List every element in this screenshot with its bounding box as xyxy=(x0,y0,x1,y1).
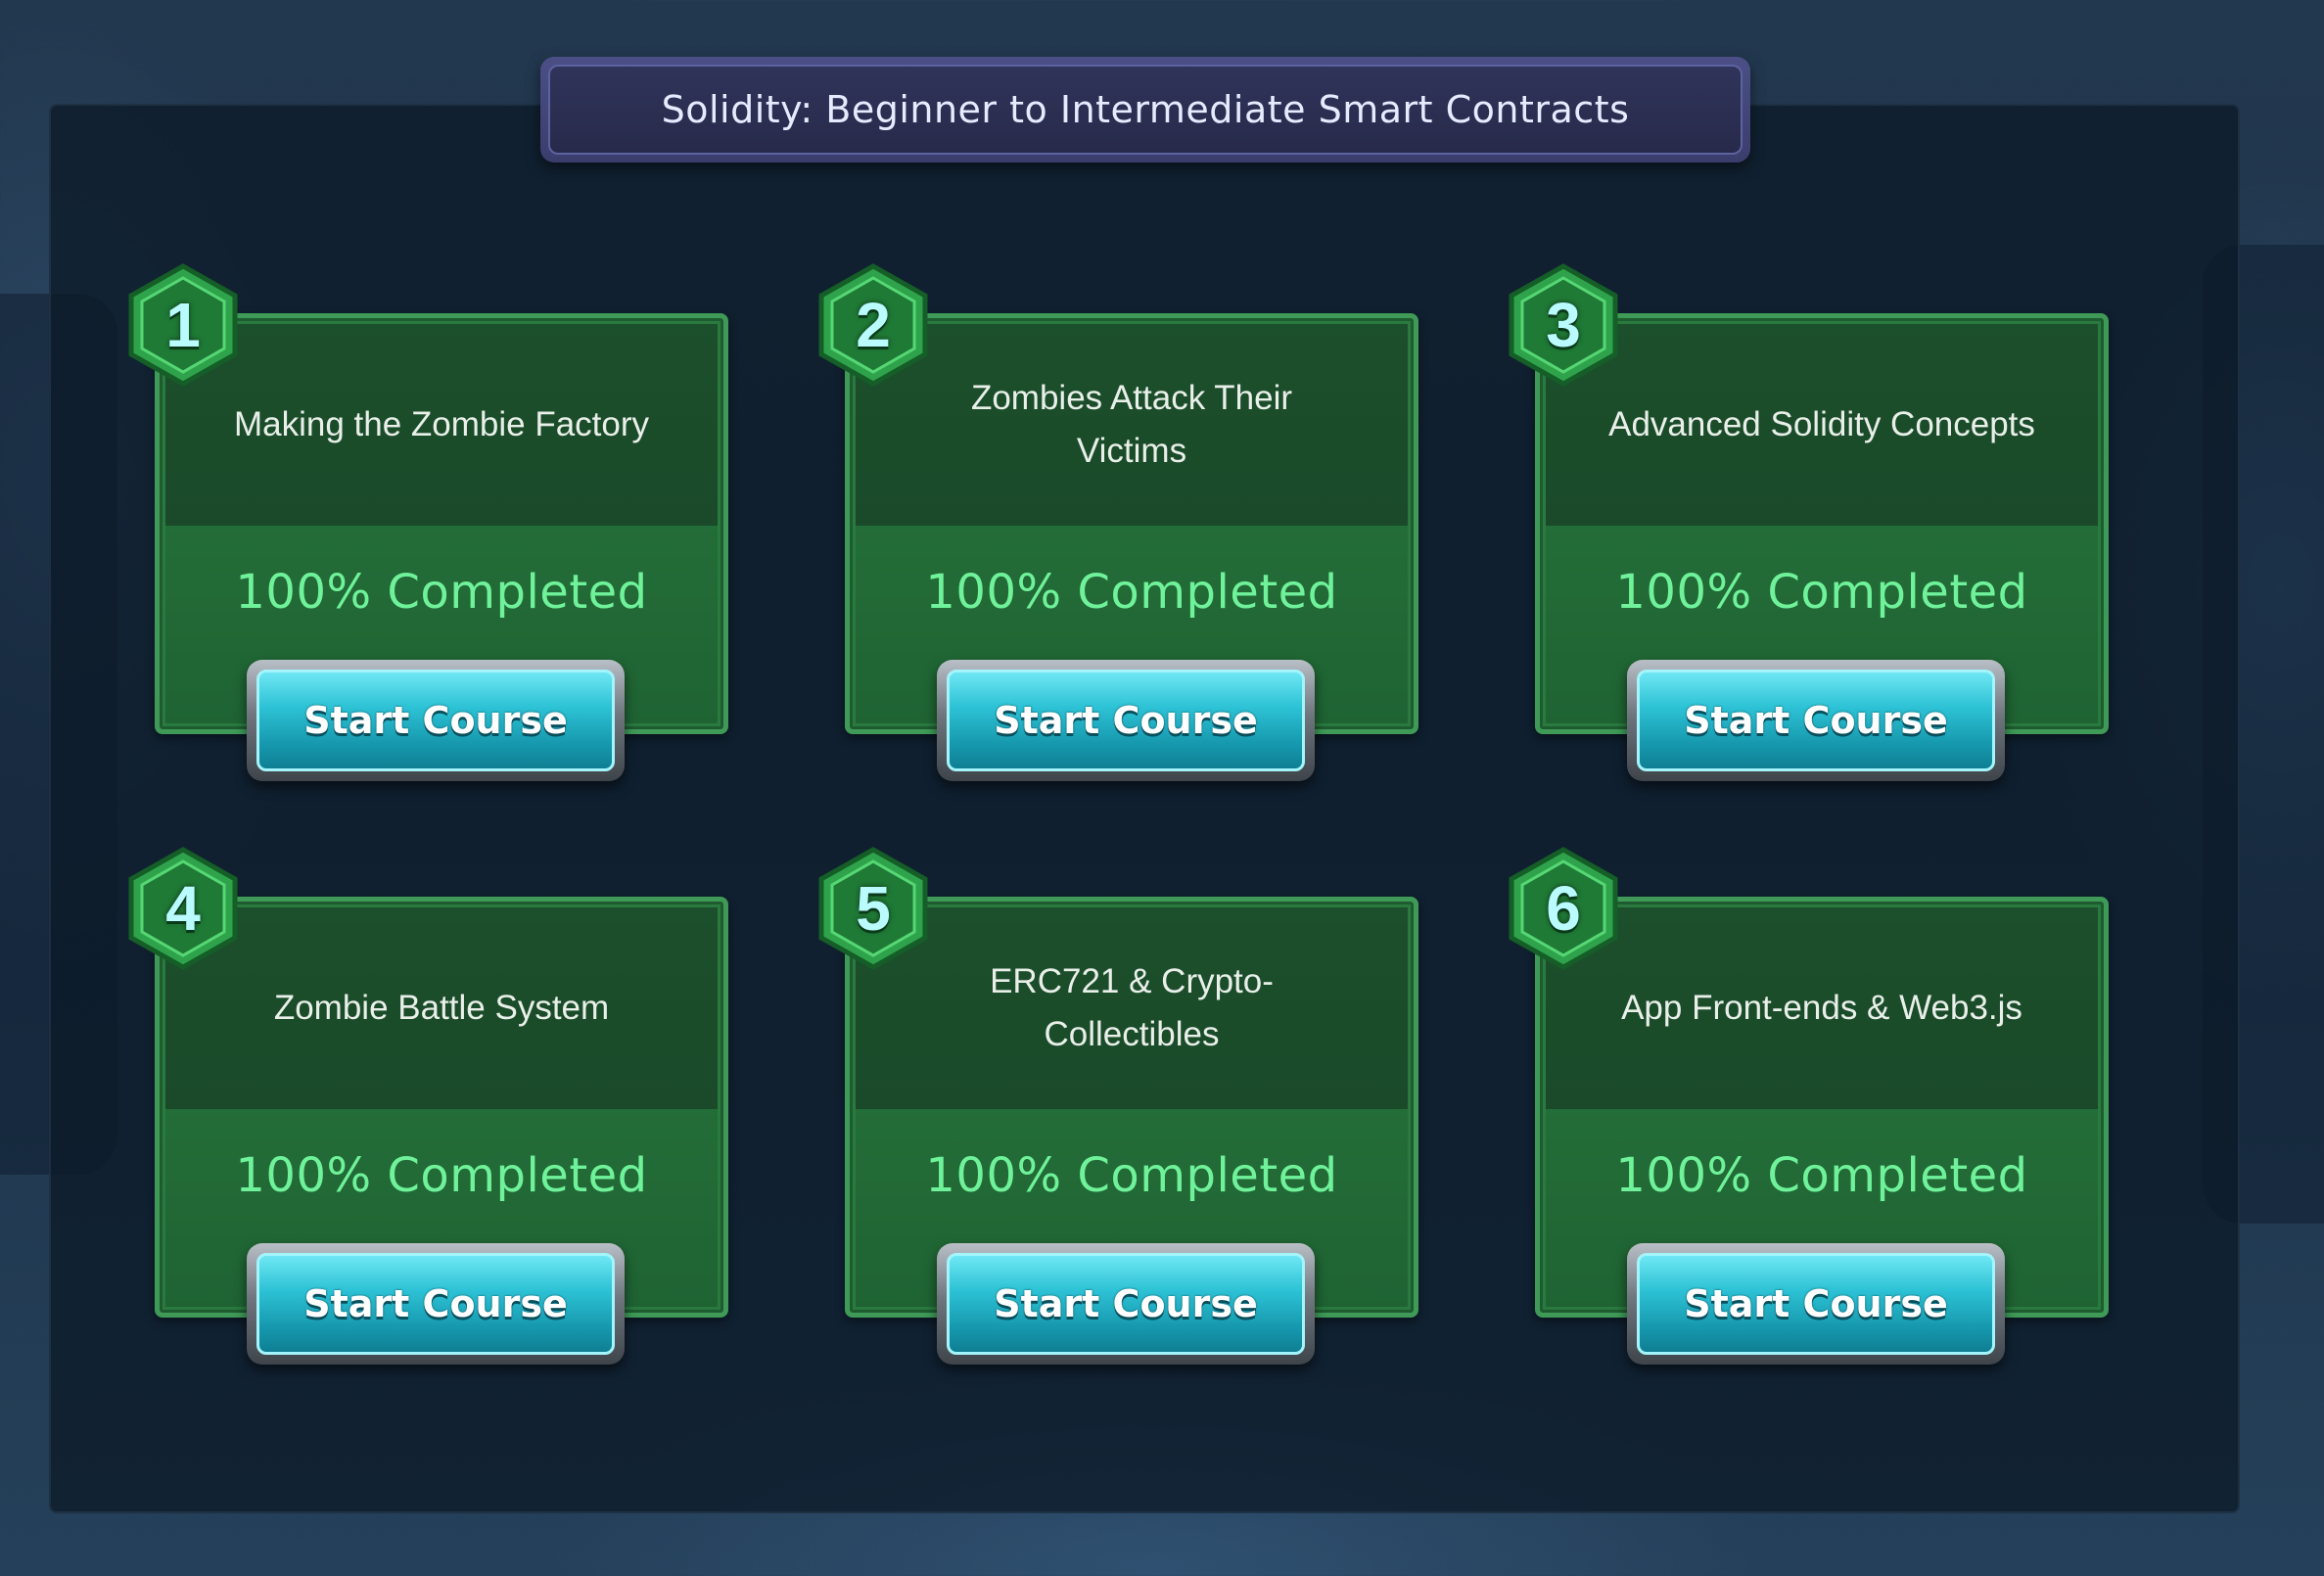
start-course-button-face[interactable]: Start Course xyxy=(256,1253,615,1355)
start-course-label: Start Course xyxy=(1684,699,1948,742)
course-title-banner: Solidity: Beginner to Intermediate Smart… xyxy=(540,57,1750,162)
start-course-button[interactable]: Start Course xyxy=(247,660,625,781)
start-course-button[interactable]: Start Course xyxy=(247,1243,625,1365)
lesson-card-header: Making the Zombie Factory xyxy=(165,324,718,526)
lesson-number: 5 xyxy=(856,873,891,944)
lesson-number: 4 xyxy=(165,873,201,944)
start-course-label: Start Course xyxy=(303,1282,568,1325)
lesson-number-badge: 5 xyxy=(815,846,931,971)
lesson-status: 100% Completed xyxy=(235,565,648,620)
lesson-card-header: Zombies Attack Their Victims xyxy=(856,324,1408,526)
start-course-button-face[interactable]: Start Course xyxy=(1637,1253,1995,1355)
start-course-button[interactable]: Start Course xyxy=(937,1243,1315,1365)
lesson-number-badge: 4 xyxy=(125,846,241,971)
lesson-card-4: Zombie Battle System 100% Completed 4 St… xyxy=(128,847,728,1365)
lesson-number-badge: 1 xyxy=(125,262,241,388)
lesson-title: ERC721 & Crypto-Collectibles xyxy=(990,962,1274,1053)
lesson-title: Zombies Attack Their Victims xyxy=(970,379,1293,470)
lesson-card-2: Zombies Attack Their Victims 100% Comple… xyxy=(818,263,1418,781)
start-course-button-face[interactable]: Start Course xyxy=(256,670,615,771)
lesson-number: 1 xyxy=(165,290,201,360)
lesson-title: Advanced Solidity Concepts xyxy=(1608,405,2035,443)
start-course-button[interactable]: Start Course xyxy=(1627,1243,2005,1365)
lesson-number-badge: 3 xyxy=(1506,262,1621,388)
start-course-label: Start Course xyxy=(994,1282,1258,1325)
lesson-card-3: Advanced Solidity Concepts 100% Complete… xyxy=(1509,263,2109,781)
lesson-title: Making the Zombie Factory xyxy=(233,405,650,443)
start-course-button[interactable]: Start Course xyxy=(1627,660,2005,781)
lesson-number: 3 xyxy=(1546,290,1581,360)
lesson-title: App Front-ends & Web3.js xyxy=(1621,989,2022,1027)
lesson-status: 100% Completed xyxy=(925,1148,1338,1203)
lesson-title: Zombie Battle System xyxy=(273,989,610,1027)
lesson-card-header: Zombie Battle System xyxy=(165,907,718,1109)
start-course-label: Start Course xyxy=(1684,1282,1948,1325)
lesson-card-header: App Front-ends & Web3.js xyxy=(1546,907,2098,1109)
course-title-inner: Solidity: Beginner to Intermediate Smart… xyxy=(548,65,1743,155)
lesson-status: 100% Completed xyxy=(925,565,1338,620)
start-course-label: Start Course xyxy=(303,699,568,742)
start-course-button-face[interactable]: Start Course xyxy=(947,670,1305,771)
lesson-number: 2 xyxy=(856,290,891,360)
lesson-status: 100% Completed xyxy=(1615,1148,2028,1203)
course-title: Solidity: Beginner to Intermediate Smart… xyxy=(661,88,1630,131)
lesson-number-badge: 6 xyxy=(1506,846,1621,971)
lesson-number-badge: 2 xyxy=(815,262,931,388)
lesson-card-5: ERC721 & Crypto-Collectibles 100% Comple… xyxy=(818,847,1418,1365)
lesson-card-1: Making the Zombie Factory 100% Completed… xyxy=(128,263,728,781)
lesson-card-header: ERC721 & Crypto-Collectibles xyxy=(856,907,1408,1109)
lesson-card-header: Advanced Solidity Concepts xyxy=(1546,324,2098,526)
start-course-label: Start Course xyxy=(994,699,1258,742)
start-course-button-face[interactable]: Start Course xyxy=(947,1253,1305,1355)
start-course-button-face[interactable]: Start Course xyxy=(1637,670,1995,771)
lesson-card-6: App Front-ends & Web3.js 100% Completed … xyxy=(1509,847,2109,1365)
start-course-button[interactable]: Start Course xyxy=(937,660,1315,781)
lesson-status: 100% Completed xyxy=(235,1148,648,1203)
lesson-number: 6 xyxy=(1546,873,1581,944)
lesson-status: 100% Completed xyxy=(1615,565,2028,620)
